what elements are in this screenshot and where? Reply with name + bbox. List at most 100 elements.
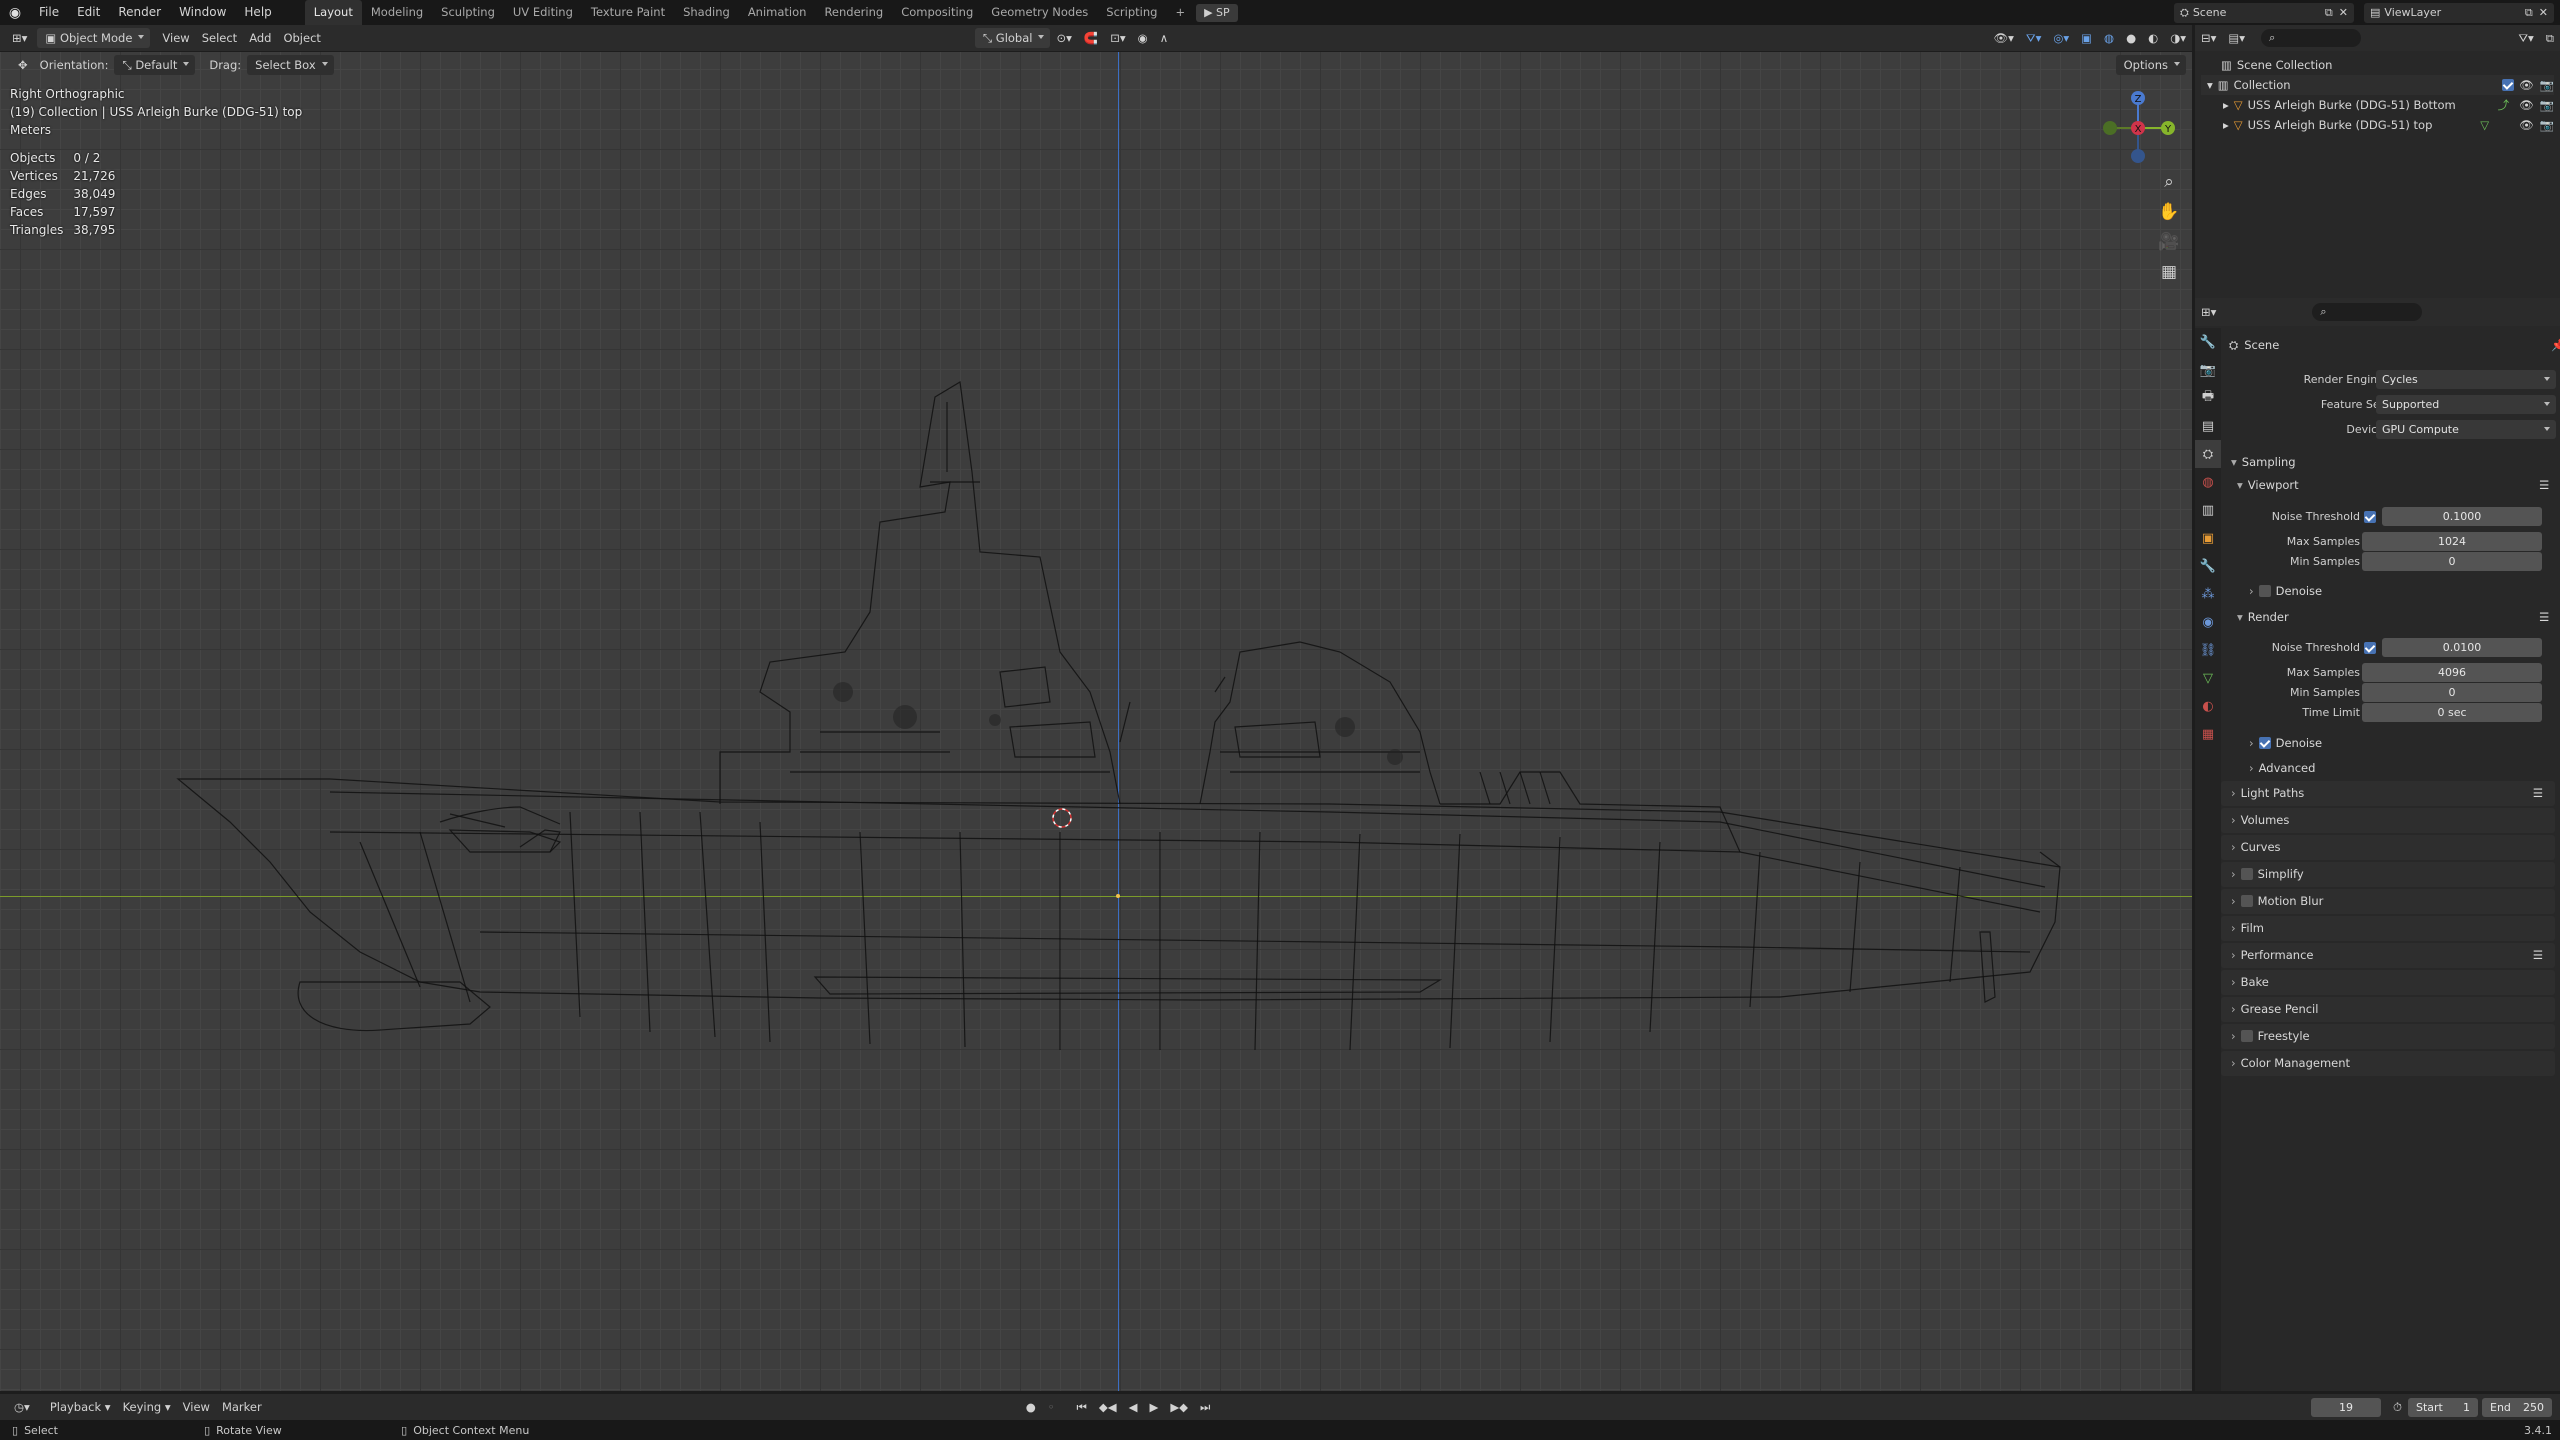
copy-scene-icon[interactable]: ⧉ [2325,6,2333,20]
render-min-samples-field[interactable]: 0 [2362,683,2542,702]
keying-menu[interactable]: Keying ▾ [117,1397,177,1417]
object-row[interactable]: ▸ ▽ USS Arleigh Burke (DDG-51) Bottom ⤴ 👁 📷 [2201,95,2554,115]
sampling-panel-header[interactable]: ▾ Sampling [2221,452,2555,472]
constraints-tab-icon[interactable]: ⛓ [2195,636,2221,664]
record-icon[interactable]: ● [1020,1397,1042,1417]
eye-icon[interactable]: 👁 [2519,98,2534,112]
new-collection-icon[interactable]: ⧉ [2540,28,2560,48]
scene-tab-icon[interactable]: ⛭ [2195,440,2221,468]
copy-viewlayer-icon[interactable]: ⧉ [2525,6,2533,20]
denoise-checkbox[interactable] [2258,737,2271,749]
film-panel[interactable]: › Film [2221,916,2555,941]
close-icon[interactable]: ✕ [2339,6,2348,19]
menu-object[interactable]: Object [277,28,326,48]
menu-view[interactable]: View [156,28,195,48]
menu-add[interactable]: Add [243,28,277,48]
snap-icon[interactable]: 🧲 [1078,28,1104,48]
object-row[interactable]: ▸ ▽ USS Arleigh Burke (DDG-51) top ▽ 👁 📷 [2201,115,2554,135]
volumes-panel[interactable]: › Volumes [2221,808,2555,833]
jump-end-icon[interactable]: ⏭ [1194,1397,1216,1417]
tab-modeling[interactable]: Modeling [362,0,432,25]
tab-compositing[interactable]: Compositing [892,0,982,25]
menu-file[interactable]: File [30,0,68,25]
jump-start-icon[interactable]: ⏮ [1071,1397,1093,1417]
motion-blur-panel[interactable]: › Motion Blur [2221,889,2555,914]
preview-range-icon[interactable]: ⏱ [2387,1397,2408,1417]
mode-dropdown[interactable]: ▣ Object Mode [37,28,151,48]
editor-type-icon[interactable]: ⊟▾ [2195,28,2222,48]
display-mode-icon[interactable]: ▤▾ [2222,28,2251,48]
tab-sculpting[interactable]: Sculpting [432,0,504,25]
start-frame-field[interactable]: Start 1 [2408,1397,2478,1417]
transform-orientation-dropdown[interactable]: ⤡ Global [974,28,1051,48]
viewport-max-samples-field[interactable]: 1024 [2362,532,2542,551]
viewlayer-selector[interactable]: ▤ ViewLayer ⧉ ✕ [2364,2,2554,23]
tab-rendering[interactable]: Rendering [815,0,892,25]
world-tab-icon[interactable]: ◍ [2195,468,2221,496]
play-icon[interactable]: ▶ [1143,1397,1164,1417]
collection-tab-icon[interactable]: ▥ [2195,496,2221,524]
expand-arrow-icon[interactable]: ▾ [2207,78,2213,92]
feature-set-dropdown[interactable]: Supported [2376,395,2556,414]
camera-icon[interactable]: 📷 [2540,78,2554,92]
play-sp-button[interactable]: ▶ SP [1196,3,1238,22]
menu-select[interactable]: Select [196,28,243,48]
tab-texture-paint[interactable]: Texture Paint [582,0,674,25]
presets-list-icon[interactable]: ☰ [2539,610,2549,624]
current-frame-field[interactable]: 19 [2311,1397,2382,1417]
menu-window[interactable]: Window [170,0,235,25]
outliner-search-input[interactable]: ⌕ [2261,29,2362,47]
data-tab-icon[interactable]: ▽ [2195,664,2221,692]
render-tab-icon[interactable]: 📷 [2195,356,2221,384]
scene-collection-row[interactable]: ▥ Scene Collection [2201,55,2554,75]
viewport-denoise-subpanel[interactable]: › Denoise [2249,584,2322,598]
close-icon[interactable]: ✕ [2539,6,2548,19]
auto-keying-icon[interactable]: ◦ [1042,1397,1061,1417]
pin-icon[interactable]: 📌 [2551,338,2560,352]
tab-animation[interactable]: Animation [739,0,816,25]
grease-pencil-panel[interactable]: › Grease Pencil [2221,997,2555,1022]
xray-icon[interactable]: ▣ [2075,28,2098,48]
play-reverse-icon[interactable]: ◀ [1123,1397,1144,1417]
device-dropdown[interactable]: GPU Compute [2376,420,2556,439]
render-denoise-subpanel[interactable]: › Denoise [2249,736,2322,750]
performance-panel[interactable]: › Performance ☰ [2221,943,2555,968]
viewport-min-samples-field[interactable]: 0 [2362,552,2542,571]
simplify-checkbox[interactable] [2240,868,2253,880]
output-tab-icon[interactable]: 🖶 [2195,384,2221,412]
motion-blur-checkbox[interactable] [2240,895,2253,907]
render-max-samples-field[interactable]: 4096 [2362,663,2542,682]
menu-help[interactable]: Help [235,0,280,25]
noise-threshold-checkbox[interactable] [2364,642,2376,654]
light-paths-panel[interactable]: › Light Paths ☰ [2221,781,2555,806]
camera-icon[interactable]: 📷 [2540,98,2554,112]
material-tab-icon[interactable]: ◐ [2195,692,2221,720]
add-workspace-icon[interactable]: + [1166,0,1194,25]
presets-list-icon[interactable]: ☰ [2533,943,2543,968]
advanced-subpanel[interactable]: › Advanced [2249,761,2315,775]
object-tab-icon[interactable]: ▣ [2195,524,2221,552]
prev-keyframe-icon[interactable]: ◆◀ [1093,1397,1123,1417]
visibility-icon[interactable]: 👁▾ [1988,28,2020,48]
timeline-editor-icon[interactable]: ◷▾ [8,1397,36,1417]
falloff-icon[interactable]: ∧ [1154,28,1174,48]
camera-icon[interactable]: 📷 [2540,118,2554,132]
render-noise-threshold-field[interactable]: 0.0100 [2382,638,2542,657]
eye-icon[interactable]: 👁 [2519,118,2534,132]
tab-shading[interactable]: Shading [674,0,739,25]
expand-arrow-icon[interactable]: ▸ [2223,118,2229,132]
menu-render[interactable]: Render [109,0,170,25]
marker-menu[interactable]: Marker [216,1397,268,1417]
denoise-checkbox[interactable] [2258,585,2271,597]
presets-list-icon[interactable]: ☰ [2539,478,2549,492]
wireframe-shading-icon[interactable]: ◍ [2098,28,2120,48]
expand-arrow-icon[interactable]: ▸ [2223,98,2229,112]
3d-viewport[interactable]: ✥ Orientation: ⤡ Default Drag: Select Bo… [0,52,2192,1391]
filter-icon[interactable]: ⛛▾ [2512,28,2539,48]
time-limit-field[interactable]: 0 sec [2362,703,2542,722]
overlays-icon[interactable]: ◎▾ [2047,28,2075,48]
noise-threshold-checkbox[interactable] [2364,511,2376,523]
modifier-tab-icon[interactable]: 🔧 [2195,552,2221,580]
particles-tab-icon[interactable]: ⁂ [2195,580,2221,608]
presets-list-icon[interactable]: ☰ [2533,781,2543,806]
